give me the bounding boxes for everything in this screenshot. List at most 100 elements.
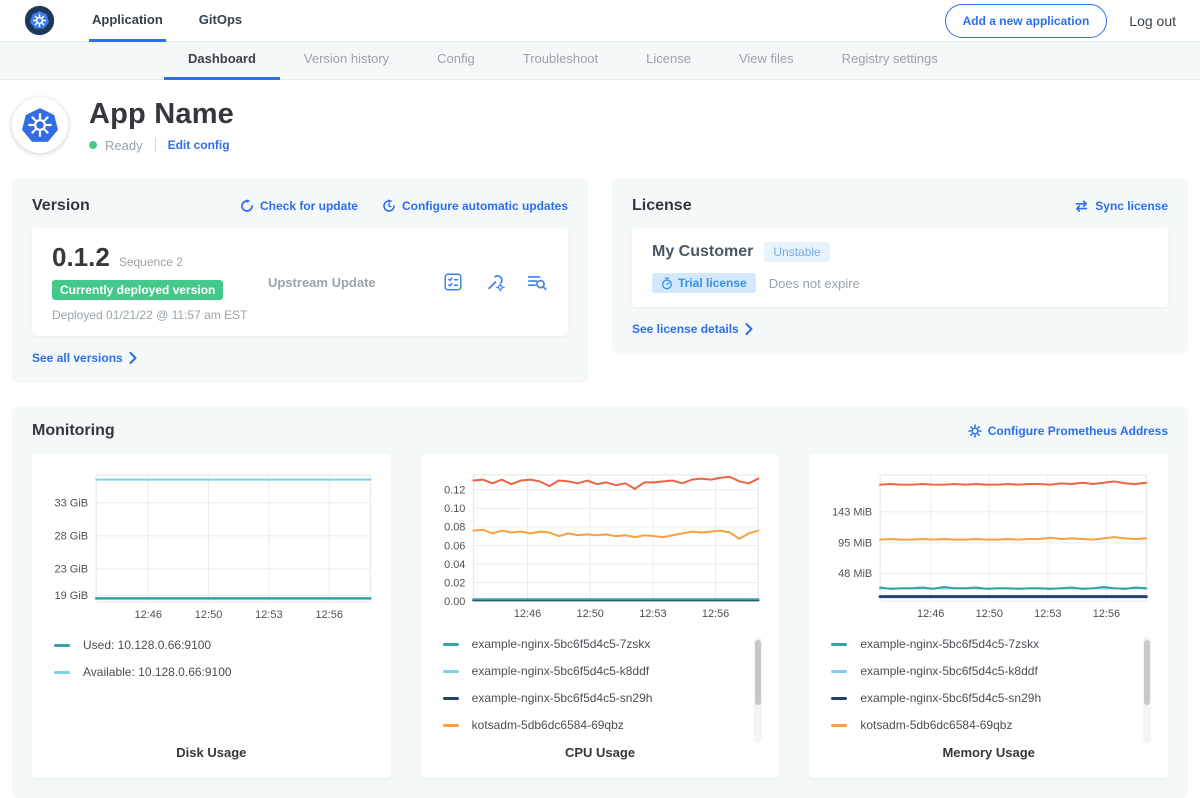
legend-item: example-nginx-5bc6f5d4c5-sn29h [831,691,1134,705]
legend-color-dash [443,724,459,727]
chart-title: Disk Usage [46,745,377,762]
version-card: Version Check for update [12,179,588,383]
see-license-details-link[interactable]: See license details [632,322,753,336]
legend-color-dash [54,671,70,674]
tab-dashboard[interactable]: Dashboard [164,51,280,80]
svg-text:12:46: 12:46 [917,608,944,620]
legend-item: example-nginx-5bc6f5d4c5-k8ddf [443,664,746,678]
legend-label: Used: 10.128.0.66:9100 [83,638,211,652]
app-header: App Name Ready Edit config [0,80,1200,173]
configure-automatic-updates-label: Configure automatic updates [402,199,568,213]
svg-text:12:56: 12:56 [1093,608,1120,620]
svg-text:0.10: 0.10 [444,503,465,515]
legend-label: example-nginx-5bc6f5d4c5-k8ddf [860,664,1037,678]
topnav-tab-gitops[interactable]: GitOps [196,0,245,42]
see-all-versions-link[interactable]: See all versions [32,351,137,365]
legend-label: Available: 10.128.0.66:9100 [83,665,232,679]
check-for-update-label: Check for update [260,199,358,213]
tab-registry-settings[interactable]: Registry settings [818,51,962,80]
deployed-timestamp: Deployed 01/21/22 @ 11:57 am EST [52,308,268,322]
config-wrench-icon[interactable] [484,271,506,293]
configure-prometheus-label: Configure Prometheus Address [988,424,1168,438]
check-for-update-link[interactable]: Check for update [240,199,358,213]
configure-automatic-updates-link[interactable]: Configure automatic updates [382,199,568,213]
chart-legend: example-nginx-5bc6f5d4c5-7zskxexample-ng… [435,635,766,745]
svg-text:12:50: 12:50 [576,608,603,620]
legend-item: kotsadm-5db6dc6584-69qbz [831,718,1134,732]
svg-text:0.02: 0.02 [444,577,465,589]
configure-prometheus-link[interactable]: Configure Prometheus Address [968,424,1168,438]
tab-license[interactable]: License [622,51,715,80]
sync-arrows-icon [1074,199,1089,213]
license-details-panel: My Customer Unstable Trial license [632,228,1168,307]
logout-button[interactable]: Log out [1129,13,1176,29]
chevron-right-icon [745,323,753,335]
legend-label: example-nginx-5bc6f5d4c5-sn29h [472,691,653,705]
monitoring-title: Monitoring [32,422,968,440]
svg-text:0.04: 0.04 [444,559,465,571]
legend-color-dash [443,670,459,673]
svg-text:48 MiB: 48 MiB [839,568,873,580]
chart-legend: Used: 10.128.0.66:9100 Available: 10.128.… [46,636,377,745]
cpu-usage-chart: 0.120.100.080.060.040.020.0012:4612:5012… [435,468,766,625]
disk-usage-chart: 33 GiB28 GiB23 GiB19 GiB12:4612:5012:531… [46,468,377,626]
svg-text:0.12: 0.12 [444,485,465,497]
edit-config-link[interactable]: Edit config [168,138,230,152]
legend-label: kotsadm-5db6dc6584-69qbz [860,718,1012,732]
tab-view-files[interactable]: View files [715,51,818,80]
legend-item: Available: 10.128.0.66:9100 [54,665,357,679]
channel-badge: Unstable [764,242,829,262]
svg-text:12:46: 12:46 [513,608,540,620]
svg-text:12:53: 12:53 [639,608,666,620]
kubernetes-logo-icon[interactable] [24,5,55,36]
license-card: License Sync license My Customer Unstabl… [612,179,1188,354]
version-card-title: Version [32,197,240,215]
add-application-button[interactable]: Add a new application [945,4,1108,38]
svg-text:0.08: 0.08 [444,522,465,534]
legend-scrollbar[interactable] [1143,637,1151,743]
legend-color-dash [831,670,847,673]
legend-item: kotsadm-5db6dc6584-69qbz [443,718,746,732]
view-logs-search-icon[interactable] [526,271,548,293]
top-navbar: Application GitOps Add a new application… [0,0,1200,42]
monitoring-section: Monitoring Configure Prometheus Address … [12,407,1188,798]
chart-legend: example-nginx-5bc6f5d4c5-7zskxexample-ng… [823,635,1154,745]
chart-title: CPU Usage [435,745,766,762]
auto-update-clock-icon [382,199,396,213]
svg-text:12:56: 12:56 [702,608,729,620]
kubernetes-app-icon [21,106,59,144]
memory-usage-card: 143 MiB95 MiB48 MiB12:4612:5012:5312:56 … [809,454,1168,778]
svg-text:12:50: 12:50 [976,608,1003,620]
legend-color-dash [831,724,847,727]
tab-version-history[interactable]: Version history [280,51,413,80]
current-version-panel: 0.1.2 Sequence 2 Currently deployed vers… [32,228,568,336]
tab-config[interactable]: Config [413,51,499,80]
topnav-tab-application[interactable]: Application [89,0,166,42]
chevron-right-icon [129,352,137,364]
app-tabs-bar: Dashboard Version history Config Trouble… [0,42,1200,80]
legend-item: Used: 10.128.0.66:9100 [54,638,357,652]
status-text: Ready [105,138,143,153]
svg-text:28 GiB: 28 GiB [54,531,88,543]
app-avatar [12,97,68,153]
legend-scrollbar[interactable] [754,637,762,743]
svg-text:12:56: 12:56 [315,609,343,621]
tab-troubleshoot[interactable]: Troubleshoot [499,51,622,80]
refresh-icon [240,199,254,213]
update-type-label: Upstream Update [268,275,442,290]
legend-color-dash [443,643,459,646]
svg-text:23 GiB: 23 GiB [54,564,88,576]
svg-text:143 MiB: 143 MiB [832,507,872,519]
legend-item: example-nginx-5bc6f5d4c5-sn29h [443,691,746,705]
svg-text:12:53: 12:53 [1035,608,1062,620]
svg-text:33 GiB: 33 GiB [54,498,88,510]
legend-label: kotsadm-5db6dc6584-69qbz [472,718,624,732]
sync-license-link[interactable]: Sync license [1074,199,1168,213]
page-title: App Name [89,98,234,131]
release-notes-icon[interactable] [442,271,464,293]
legend-color-dash [831,643,847,646]
deployed-version-badge: Currently deployed version [52,280,223,300]
legend-color-dash [54,644,70,647]
customer-name: My Customer [652,243,753,261]
svg-text:95 MiB: 95 MiB [839,538,873,550]
